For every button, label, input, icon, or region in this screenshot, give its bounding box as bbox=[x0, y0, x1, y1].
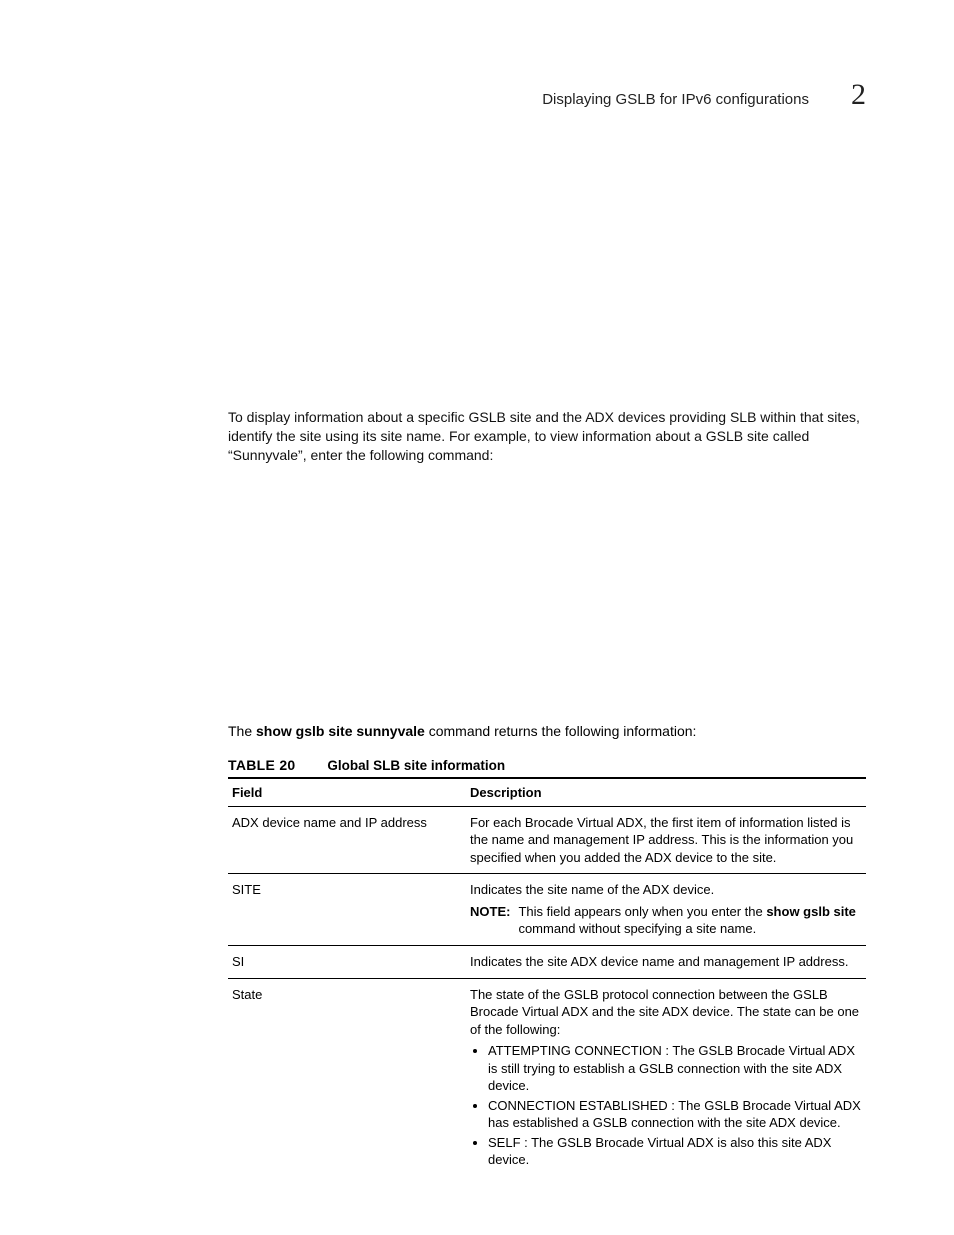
cell-field: State bbox=[228, 978, 466, 1178]
note-text: This field appears only when you enter t… bbox=[518, 903, 862, 938]
text: The bbox=[228, 723, 256, 739]
state-list: ATTEMPTING CONNECTION : The GSLB Brocade… bbox=[470, 1042, 862, 1169]
list-item: SELF : The GSLB Brocade Virtual ADX is a… bbox=[488, 1134, 862, 1169]
table-row: State The state of the GSLB protocol con… bbox=[228, 978, 866, 1178]
section-title: Displaying GSLB for IPv6 configurations bbox=[542, 91, 809, 108]
chapter-number: 2 bbox=[851, 78, 866, 112]
table-row: SI Indicates the site ADX device name an… bbox=[228, 945, 866, 978]
text: This field appears only when you enter t… bbox=[518, 904, 766, 919]
cell-field: SITE bbox=[228, 874, 466, 946]
table-row: ADX device name and IP address For each … bbox=[228, 806, 866, 874]
col-header-field: Field bbox=[228, 778, 466, 807]
note-label: NOTE: bbox=[470, 903, 510, 938]
cell-description: For each Brocade Virtual ADX, the first … bbox=[466, 806, 866, 874]
text: The state of the GSLB protocol connectio… bbox=[470, 986, 862, 1039]
text: command without specifying a site name. bbox=[518, 921, 756, 936]
cell-description: Indicates the site name of the ADX devic… bbox=[466, 874, 866, 946]
running-header: Displaying GSLB for IPv6 configurations … bbox=[228, 78, 866, 112]
text: command returns the following informatio… bbox=[425, 723, 697, 739]
site-info-table: Field Description ADX device name and IP… bbox=[228, 777, 866, 1178]
table-caption: TABLE 20 Global SLB site information bbox=[228, 757, 866, 773]
intro-paragraph: To display information about a specific … bbox=[228, 408, 866, 465]
cell-description: The state of the GSLB protocol connectio… bbox=[466, 978, 866, 1178]
list-item: CONNECTION ESTABLISHED : The GSLB Brocad… bbox=[488, 1097, 862, 1132]
table-header-row: Field Description bbox=[228, 778, 866, 807]
note-block: NOTE: This field appears only when you e… bbox=[470, 903, 862, 938]
table-row: SITE Indicates the site name of the ADX … bbox=[228, 874, 866, 946]
command-name: show gslb site bbox=[766, 904, 856, 919]
table-label: TABLE 20 bbox=[228, 757, 296, 773]
col-header-description: Description bbox=[466, 778, 866, 807]
text: Indicates the site name of the ADX devic… bbox=[470, 881, 862, 899]
command-returns-line: The show gslb site sunnyvale command ret… bbox=[228, 723, 866, 739]
cell-field: ADX device name and IP address bbox=[228, 806, 466, 874]
table-title: Global SLB site information bbox=[327, 758, 505, 773]
list-item: ATTEMPTING CONNECTION : The GSLB Brocade… bbox=[488, 1042, 862, 1095]
cell-field: SI bbox=[228, 945, 466, 978]
cell-description: Indicates the site ADX device name and m… bbox=[466, 945, 866, 978]
command-name: show gslb site sunnyvale bbox=[256, 723, 425, 739]
page: Displaying GSLB for IPv6 configurations … bbox=[0, 0, 954, 1235]
